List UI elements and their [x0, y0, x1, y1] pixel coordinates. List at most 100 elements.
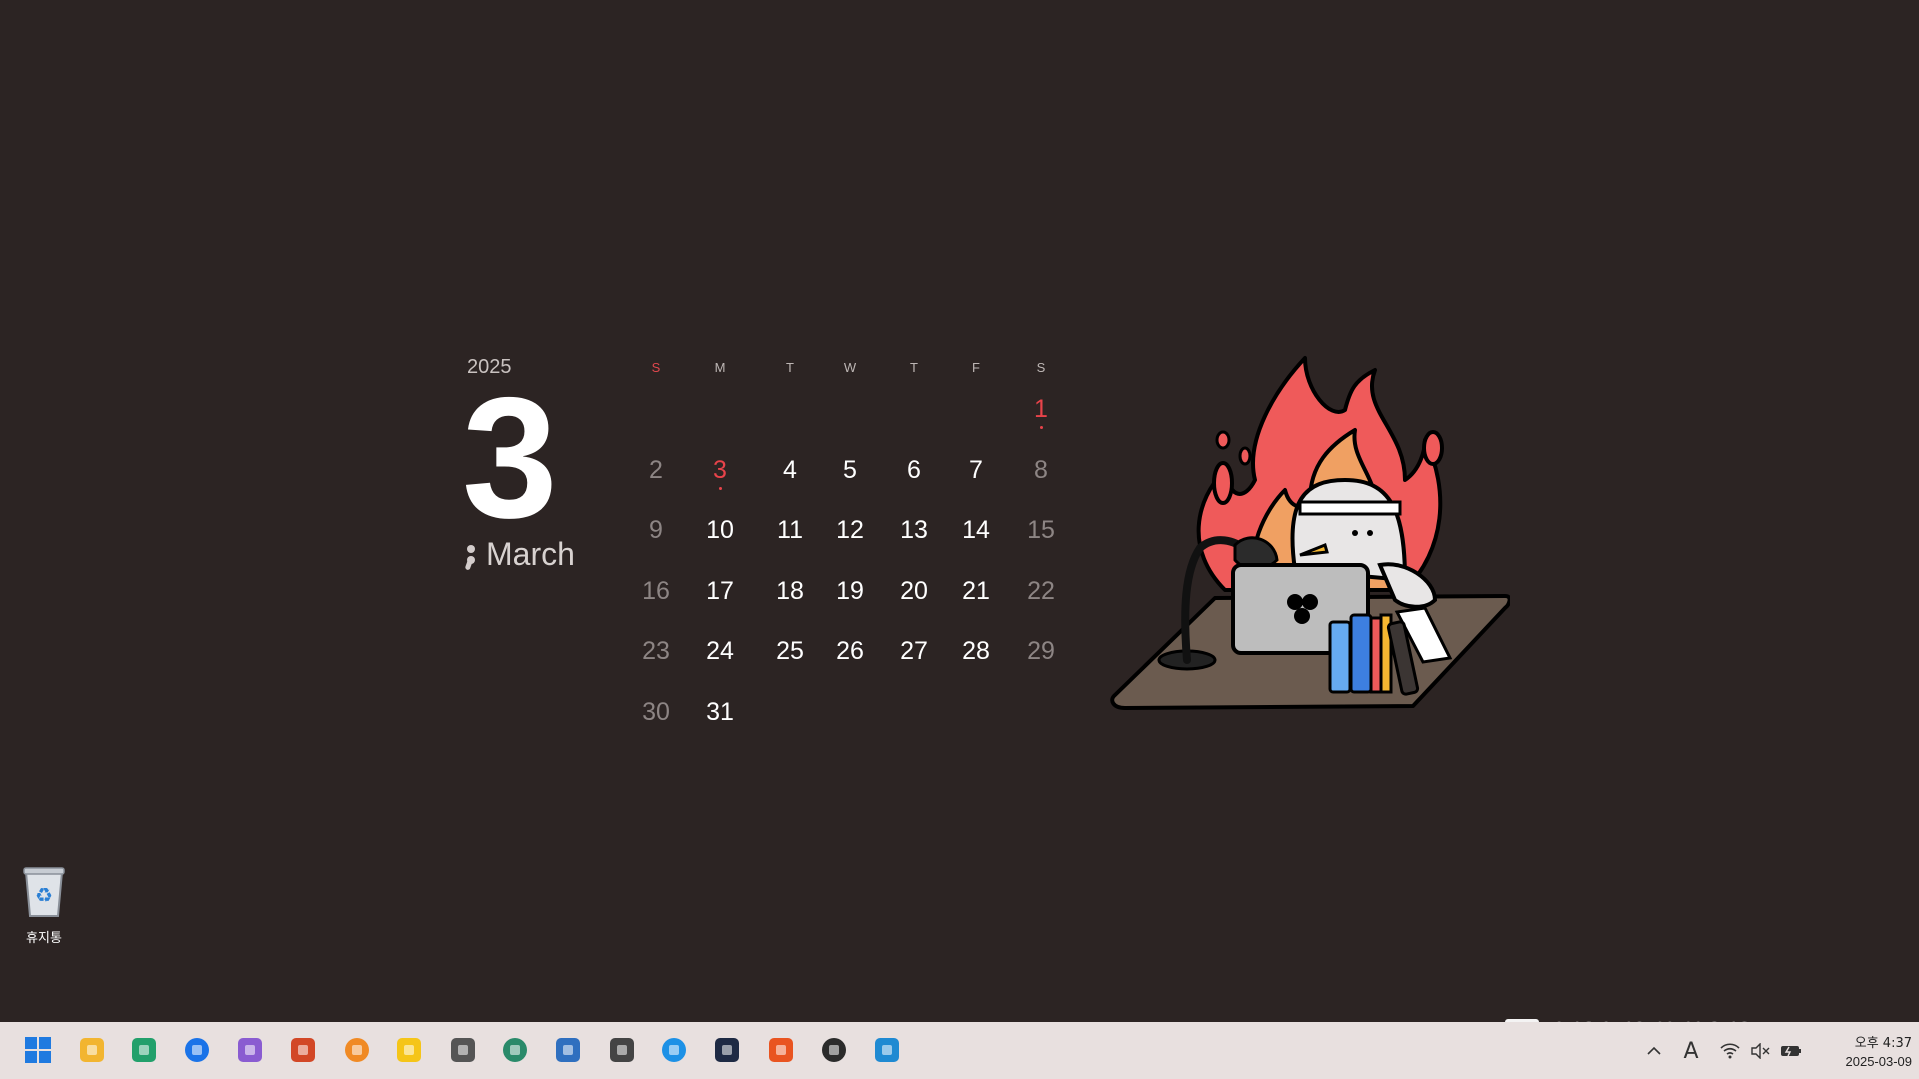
file-explorer-icon[interactable] [73, 1031, 111, 1069]
calendar-day: 24 [690, 637, 750, 666]
start-icon[interactable] [19, 1031, 57, 1069]
weekday-header: M [714, 360, 726, 375]
calendar-day: 31 [690, 698, 750, 727]
calendar-day-number: 14 [962, 516, 990, 545]
obs-icon[interactable] [815, 1031, 853, 1069]
calendar-day: 22 [1011, 577, 1071, 606]
calendar-day-number: 13 [900, 516, 928, 545]
network-app-icon[interactable] [338, 1031, 376, 1069]
event-dot-icon [1039, 426, 1043, 429]
calendar-day: 19 [820, 577, 880, 606]
svg-text:♻: ♻ [35, 885, 53, 907]
calendar-day-number: 25 [776, 637, 804, 666]
weekday-header: S [1036, 360, 1046, 375]
calendar-day: 20 [884, 577, 944, 606]
recycle-bin-icon: ♻ [23, 867, 65, 917]
calendar-day-number: 26 [836, 637, 864, 666]
calendar-day: 13 [884, 516, 944, 545]
calendar-day: 18 [760, 577, 820, 606]
wifi-icon[interactable] [1715, 1036, 1745, 1066]
calendar-day-number: 18 [776, 576, 804, 605]
weekday-header: S [651, 360, 661, 375]
calendar-day: 26 [820, 637, 880, 666]
illustration-coder-on-fire [1110, 356, 1510, 710]
calendar-day-number: 15 [1027, 516, 1055, 545]
battery-charging-icon[interactable] [1776, 1036, 1806, 1066]
weekday-header: F [972, 360, 980, 375]
calendar-day-number: 3 [713, 455, 727, 484]
calendar-day: 6 [884, 456, 944, 485]
calendar-day: 30 [626, 698, 686, 727]
calendar-day: 21 [946, 577, 1006, 606]
visual-studio-icon[interactable] [231, 1031, 269, 1069]
calendar-day-number: 20 [900, 576, 928, 605]
calendar-day-number: 6 [907, 455, 921, 484]
calendar-day: 23 [626, 637, 686, 666]
calendar-day: 1 [1011, 395, 1071, 429]
ubuntu-icon[interactable] [762, 1031, 800, 1069]
powerpoint-icon[interactable] [284, 1031, 322, 1069]
recycle-bin-shortcut[interactable]: ♻ 휴지통 [12, 866, 76, 946]
weekday-header: T [910, 360, 918, 375]
weekday-header: T [786, 360, 794, 375]
calendar-day-number: 16 [642, 576, 670, 605]
calendar-month-row: March [464, 536, 575, 573]
speaker-muted-icon[interactable] [1745, 1036, 1775, 1066]
docker-icon[interactable] [655, 1031, 693, 1069]
calendar-day-number: 12 [836, 516, 864, 545]
show-hidden-icons-chevron-icon[interactable] [1640, 1036, 1668, 1066]
calendar-day: 12 [820, 516, 880, 545]
calendar-day: 25 [760, 637, 820, 666]
calendar-day-number: 5 [843, 455, 857, 484]
calendar-day-number: 9 [649, 516, 663, 545]
calendar-today-day: 3 [462, 362, 558, 554]
clock-time: 오후 4:37 [1854, 1036, 1912, 1051]
calendar-day-number: 24 [706, 637, 734, 666]
calendar-day: 29 [1011, 637, 1071, 666]
calendar-app-icon[interactable] [178, 1031, 216, 1069]
clock-date: 2025-03-09 [1845, 1054, 1913, 1069]
bandizip-icon[interactable] [390, 1031, 428, 1069]
calendar-day: 10 [690, 516, 750, 545]
taskbar-clock[interactable]: 오후 4:37 2025-03-09 [1812, 1032, 1913, 1069]
calendar-day: 3 [690, 456, 750, 490]
unity-icon[interactable] [603, 1031, 641, 1069]
calendar-day-number: 10 [706, 516, 734, 545]
weekday-header: W [843, 360, 857, 375]
calendar-day-number: 22 [1027, 576, 1055, 605]
calendar-day-number: 31 [706, 698, 734, 726]
clock-app-icon[interactable] [444, 1031, 482, 1069]
calendar-day: 8 [1011, 456, 1071, 485]
calendar-day: 28 [946, 637, 1006, 666]
calendar-day-number: 19 [836, 576, 864, 605]
calendar-day: 9 [626, 516, 686, 545]
calendar-day-number: 11 [777, 516, 803, 545]
calendar-day: 5 [820, 456, 880, 485]
calendar-day-number: 8 [1034, 455, 1048, 484]
calendar-day-number: 7 [969, 455, 983, 484]
remote-desktop-icon[interactable] [549, 1031, 587, 1069]
semicolon-icon [464, 540, 476, 571]
calendar-day: 15 [1011, 516, 1071, 545]
ime-indicator[interactable]: A [1676, 1036, 1706, 1066]
calendar-day-number: 28 [962, 637, 990, 666]
calendar-day: 27 [884, 637, 944, 666]
vscode-icon[interactable] [868, 1031, 906, 1069]
vb-app-icon[interactable] [496, 1031, 534, 1069]
calendar-day-number: 23 [642, 637, 670, 666]
calendar-month-name: March [486, 536, 575, 572]
calendar-day-number: 27 [900, 637, 928, 666]
browser-icon[interactable] [125, 1031, 163, 1069]
calendar-day: 17 [690, 577, 750, 606]
calendar-day: 4 [760, 456, 820, 485]
calendar-day-number: 29 [1027, 637, 1055, 666]
calendar-day-number: 1 [1034, 395, 1048, 423]
calendar-day: 2 [626, 456, 686, 485]
calendar-day-number: 17 [706, 576, 734, 605]
event-dot-icon [718, 486, 722, 490]
powershell-icon[interactable] [708, 1031, 746, 1069]
calendar-day-number: 2 [649, 455, 663, 484]
calendar-day: 7 [946, 456, 1006, 485]
calendar-day: 14 [946, 516, 1006, 545]
calendar-day-number: 4 [783, 455, 797, 484]
